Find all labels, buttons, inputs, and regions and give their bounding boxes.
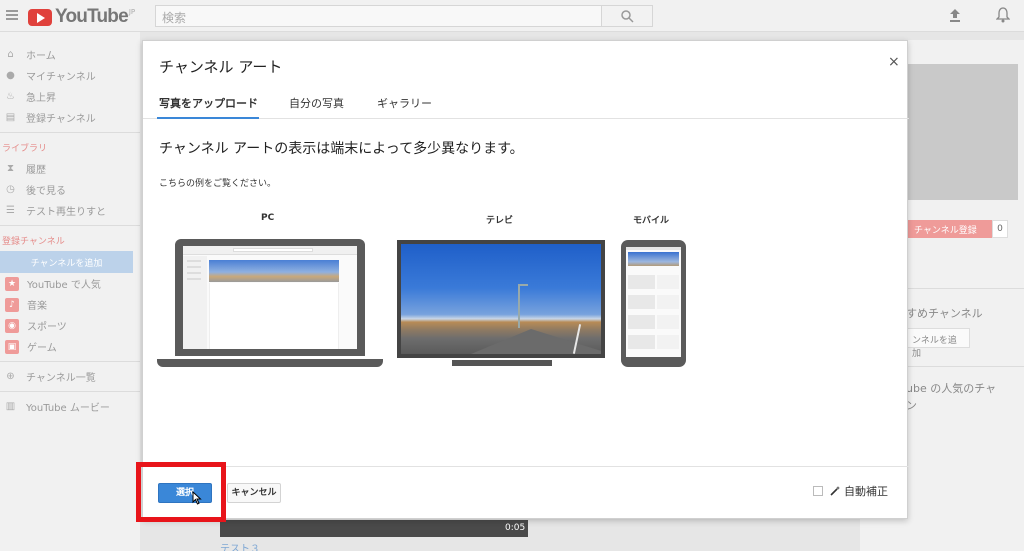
sidebar-item-channel-list[interactable]: ⊕ チャンネル一覧 bbox=[0, 366, 140, 387]
pc-preview-search bbox=[233, 248, 313, 252]
mobile-preview-block bbox=[628, 295, 655, 309]
dialog-heading: チャンネル アートの表示は端末によって多少異なります。 bbox=[159, 141, 524, 157]
dialog-title: チャンネル アート bbox=[159, 58, 283, 76]
playlist-icon: ☰ bbox=[6, 205, 15, 216]
auto-enhance-label: 自動補正 bbox=[844, 485, 888, 498]
mobile-preview-block bbox=[657, 335, 679, 349]
sports-icon: ◉ bbox=[5, 318, 19, 333]
auto-enhance-checkbox[interactable] bbox=[813, 486, 823, 496]
mobile-preview-header bbox=[626, 247, 681, 250]
auto-enhance-toggle[interactable]: 自動補正 bbox=[813, 483, 888, 499]
tv-preview-stand bbox=[452, 360, 552, 366]
game-icon: ▣ bbox=[5, 339, 19, 354]
video-thumbnail[interactable] bbox=[220, 520, 528, 537]
mobile-preview-block bbox=[657, 315, 679, 329]
street-lamp-arm bbox=[518, 284, 528, 286]
youtube-logo[interactable]: YouTube JP bbox=[28, 6, 135, 28]
pc-preview-sidebar bbox=[183, 256, 207, 349]
search-input[interactable]: 検索 bbox=[155, 5, 602, 27]
sidebar-divider bbox=[0, 132, 140, 133]
mobile-preview-block bbox=[657, 295, 679, 309]
subscribe-button[interactable]: チャンネル登録 bbox=[906, 220, 992, 238]
channel-art-placeholder bbox=[908, 64, 1018, 200]
device-label-tv: テレビ bbox=[486, 216, 514, 226]
bell-icon[interactable] bbox=[996, 7, 1010, 23]
pc-preview-base bbox=[157, 359, 383, 367]
add-circle-icon: ⊕ bbox=[6, 371, 15, 382]
cancel-button[interactable]: キャンセル bbox=[227, 483, 281, 503]
subscriber-count: 0 bbox=[992, 220, 1008, 238]
upload-icon[interactable] bbox=[948, 8, 962, 23]
mobile-preview-block bbox=[657, 275, 679, 289]
search-button[interactable] bbox=[601, 5, 653, 27]
tab-my-photos[interactable]: 自分の写真 bbox=[289, 95, 344, 111]
tab-gallery[interactable]: ギャラリー bbox=[377, 95, 432, 111]
tab-upload-photo[interactable]: 写真をアップロード bbox=[159, 95, 258, 111]
tv-preview-photo bbox=[401, 244, 601, 354]
popular-title: ube の人気のチャ ン bbox=[906, 382, 997, 412]
active-tab-indicator bbox=[157, 117, 259, 119]
home-icon: ⌂ bbox=[7, 49, 14, 60]
top-bar: YouTube JP 検索 bbox=[0, 0, 1024, 32]
mobile-preview-banner bbox=[628, 252, 679, 266]
device-label-pc: PC bbox=[261, 213, 275, 223]
tv-preview bbox=[397, 240, 605, 358]
channel-art-dialog: チャンネル アート × 写真をアップロード 自分の写真 ギャラリー チャンネル … bbox=[142, 40, 909, 519]
music-icon: ♪ bbox=[5, 297, 19, 312]
menu-icon[interactable] bbox=[6, 10, 18, 20]
pc-preview-body bbox=[209, 283, 339, 349]
sidebar-divider bbox=[0, 225, 140, 226]
dialog-footer-divider bbox=[143, 466, 909, 467]
sidebar: ⌂ ホーム ● マイチャンネル ♨ 急上昇 ▤ 登録チャンネル ライブラリ ⧗ 履歴 ◷ 後… bbox=[0, 32, 140, 551]
video-title[interactable]: テスト３ bbox=[220, 540, 260, 551]
magic-wand-icon bbox=[830, 486, 840, 496]
film-icon: ▥ bbox=[5, 401, 16, 412]
street-lamp-shape bbox=[518, 284, 520, 328]
highlight-annotation-box bbox=[136, 462, 226, 522]
mobile-preview-block bbox=[628, 335, 655, 349]
sidebar-item-watch-later[interactable]: ◷ 後で見る bbox=[0, 179, 140, 200]
sidebar-item-my-channel[interactable]: ● マイチャンネル bbox=[0, 65, 140, 86]
add-channel-button[interactable]: チャンネルを追加 bbox=[0, 251, 133, 273]
recommended-title: すめチャンネル bbox=[906, 307, 983, 320]
pc-preview-header bbox=[183, 246, 357, 255]
close-icon[interactable]: × bbox=[888, 54, 900, 70]
sidebar-item-popular[interactable]: ★ YouTube で人気 bbox=[0, 273, 140, 294]
add-channel-button-bg[interactable]: ンネルを追加 bbox=[906, 328, 970, 359]
flame-icon: ♨ bbox=[6, 91, 15, 102]
search-icon bbox=[621, 10, 634, 23]
mobile-preview-block bbox=[628, 315, 655, 329]
sidebar-item-trending[interactable]: ♨ 急上昇 bbox=[0, 86, 140, 107]
sidebar-item-subscriptions[interactable]: ▤ 登録チャンネル bbox=[0, 107, 140, 128]
sidebar-item-music[interactable]: ♪ 音楽 bbox=[0, 294, 140, 315]
sidebar-item-gaming[interactable]: ▣ ゲーム bbox=[0, 336, 140, 357]
star-icon: ★ bbox=[5, 276, 19, 291]
sidebar-item-history[interactable]: ⧗ 履歴 bbox=[0, 158, 140, 179]
pc-preview-banner bbox=[209, 260, 339, 282]
sidebar-item-playlist[interactable]: ☰ テスト再生りすと bbox=[0, 200, 140, 221]
device-label-mobile: モバイル bbox=[633, 216, 670, 226]
subscriptions-icon: ▤ bbox=[5, 112, 16, 123]
sidebar-section-subscriptions: 登録チャンネル bbox=[2, 237, 65, 247]
sidebar-item-home[interactable]: ⌂ ホーム bbox=[0, 44, 140, 65]
video-duration: 0:05 bbox=[505, 523, 526, 533]
sidebar-item-sports[interactable]: ◉ スポーツ bbox=[0, 315, 140, 336]
mobile-preview-block bbox=[628, 275, 655, 289]
dialog-subtext: こちらの例をご覧ください。 bbox=[159, 179, 277, 189]
mobile-preview-screen bbox=[626, 247, 681, 357]
play-logo-icon bbox=[28, 8, 52, 26]
clock-icon: ◷ bbox=[6, 184, 15, 195]
pc-preview bbox=[175, 239, 365, 356]
person-icon: ● bbox=[6, 70, 15, 81]
sidebar-divider bbox=[0, 391, 140, 392]
road-shape bbox=[471, 329, 601, 354]
hourglass-icon: ⧗ bbox=[6, 163, 15, 174]
mobile-preview bbox=[621, 240, 686, 367]
dialog-tabs: 写真をアップロード 自分の写真 ギャラリー bbox=[143, 85, 909, 119]
sidebar-divider bbox=[0, 361, 140, 362]
sidebar-item-movies[interactable]: ▥ YouTube ムービー bbox=[0, 396, 140, 417]
sidebar-section-library: ライブラリ bbox=[2, 144, 48, 154]
pc-preview-screen bbox=[183, 246, 357, 349]
